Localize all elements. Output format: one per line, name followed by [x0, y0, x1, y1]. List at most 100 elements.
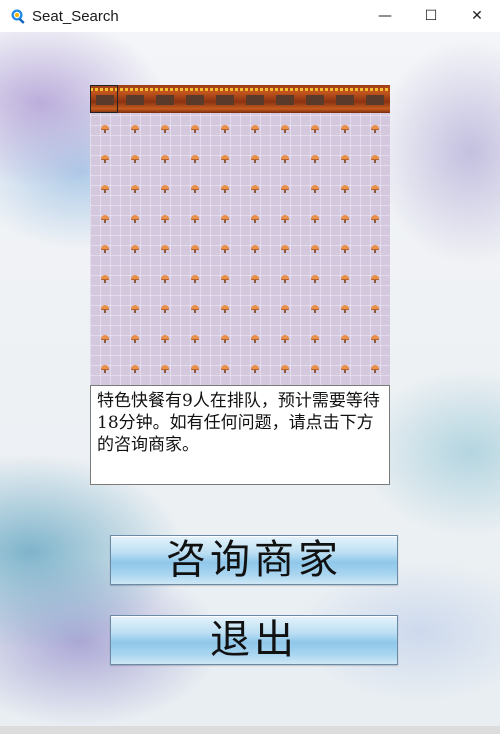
seat-icon[interactable] [340, 335, 350, 343]
seat-icon[interactable] [100, 185, 110, 193]
seat-icon[interactable] [160, 245, 170, 253]
seat-icon[interactable] [220, 125, 230, 133]
seat-icon[interactable] [130, 305, 140, 313]
seat-icon[interactable] [340, 275, 350, 283]
seat-icon[interactable] [190, 185, 200, 193]
seat-icon[interactable] [100, 305, 110, 313]
seat-icon[interactable] [100, 155, 110, 163]
seat-icon[interactable] [310, 155, 320, 163]
seat-icon[interactable] [310, 245, 320, 253]
seat-icon[interactable] [190, 335, 200, 343]
seat-icon[interactable] [340, 125, 350, 133]
consult-merchant-button[interactable]: 咨询商家 [110, 535, 398, 585]
seat-icon[interactable] [190, 305, 200, 313]
seat-icon[interactable] [130, 245, 140, 253]
seat-icon[interactable] [160, 335, 170, 343]
seat-icon[interactable] [190, 365, 200, 373]
seat-icon[interactable] [250, 155, 260, 163]
seat-icon[interactable] [100, 365, 110, 373]
close-button[interactable]: ✕ [454, 0, 500, 32]
minimize-button[interactable]: — [362, 0, 408, 32]
seat-icon[interactable] [220, 245, 230, 253]
seat-icon[interactable] [160, 275, 170, 283]
seat-icon[interactable] [280, 305, 290, 313]
seat-icon[interactable] [310, 215, 320, 223]
seat-icon[interactable] [220, 185, 230, 193]
maximize-button[interactable]: ☐ [408, 0, 454, 32]
seat-icon[interactable] [130, 275, 140, 283]
seat-icon[interactable] [130, 155, 140, 163]
seat-icon[interactable] [190, 275, 200, 283]
seat-icon[interactable] [370, 305, 380, 313]
seat-icon[interactable] [130, 365, 140, 373]
seat-icon[interactable] [250, 335, 260, 343]
seat-icon[interactable] [250, 365, 260, 373]
seat-icon[interactable] [310, 335, 320, 343]
seat-icon[interactable] [220, 335, 230, 343]
seat-icon[interactable] [220, 365, 230, 373]
seat-icon[interactable] [370, 365, 380, 373]
seat-icon[interactable] [280, 215, 290, 223]
seat-icon[interactable] [220, 305, 230, 313]
seat-icon[interactable] [310, 185, 320, 193]
seat-icon[interactable] [340, 185, 350, 193]
seat-icon[interactable] [340, 365, 350, 373]
seat-icon[interactable] [370, 155, 380, 163]
title-bar: Seat_Search — ☐ ✕ [0, 0, 500, 32]
seat-icon[interactable] [370, 275, 380, 283]
seat-icon[interactable] [280, 335, 290, 343]
seat-map[interactable] [90, 85, 390, 385]
seat-icon[interactable] [280, 275, 290, 283]
seat-icon[interactable] [250, 185, 260, 193]
seat-icon[interactable] [280, 245, 290, 253]
seat-icon[interactable] [190, 155, 200, 163]
seat-icon[interactable] [160, 185, 170, 193]
seat-icon[interactable] [370, 215, 380, 223]
seat-icon[interactable] [220, 215, 230, 223]
seat-icon[interactable] [220, 275, 230, 283]
seat-icon[interactable] [100, 215, 110, 223]
seat-icon[interactable] [370, 245, 380, 253]
seat-icon[interactable] [310, 125, 320, 133]
seat-icon[interactable] [340, 155, 350, 163]
minimize-icon: — [378, 8, 392, 24]
seat-icon[interactable] [370, 185, 380, 193]
seat-icon[interactable] [100, 125, 110, 133]
seat-icon[interactable] [310, 365, 320, 373]
seat-icon[interactable] [190, 125, 200, 133]
seat-icon[interactable] [100, 335, 110, 343]
seat-icon[interactable] [280, 125, 290, 133]
seat-icon[interactable] [280, 155, 290, 163]
seat-icon[interactable] [250, 125, 260, 133]
seat-icon[interactable] [250, 215, 260, 223]
seat-icon[interactable] [370, 335, 380, 343]
seat-icon[interactable] [250, 245, 260, 253]
counter-segment [120, 85, 150, 113]
seat-icon[interactable] [370, 125, 380, 133]
exit-button[interactable]: 退出 [110, 615, 398, 665]
seat-icon[interactable] [100, 275, 110, 283]
seat-icon[interactable] [130, 215, 140, 223]
seat-icon[interactable] [160, 155, 170, 163]
seat-icon[interactable] [340, 305, 350, 313]
seat-icon[interactable] [250, 305, 260, 313]
seat-icon[interactable] [280, 365, 290, 373]
seat-icon[interactable] [340, 215, 350, 223]
seat-icon[interactable] [100, 245, 110, 253]
seat-icon[interactable] [340, 245, 350, 253]
seat-icon[interactable] [250, 275, 260, 283]
counter-segment [270, 85, 300, 113]
seat-icon[interactable] [160, 365, 170, 373]
seat-icon[interactable] [310, 275, 320, 283]
seat-icon[interactable] [310, 305, 320, 313]
seat-icon[interactable] [130, 335, 140, 343]
seat-icon[interactable] [130, 185, 140, 193]
seat-icon[interactable] [160, 215, 170, 223]
seat-icon[interactable] [190, 215, 200, 223]
seat-icon[interactable] [190, 245, 200, 253]
seat-icon[interactable] [160, 305, 170, 313]
seat-icon[interactable] [160, 125, 170, 133]
seat-icon[interactable] [130, 125, 140, 133]
seat-icon[interactable] [220, 155, 230, 163]
seat-icon[interactable] [280, 185, 290, 193]
